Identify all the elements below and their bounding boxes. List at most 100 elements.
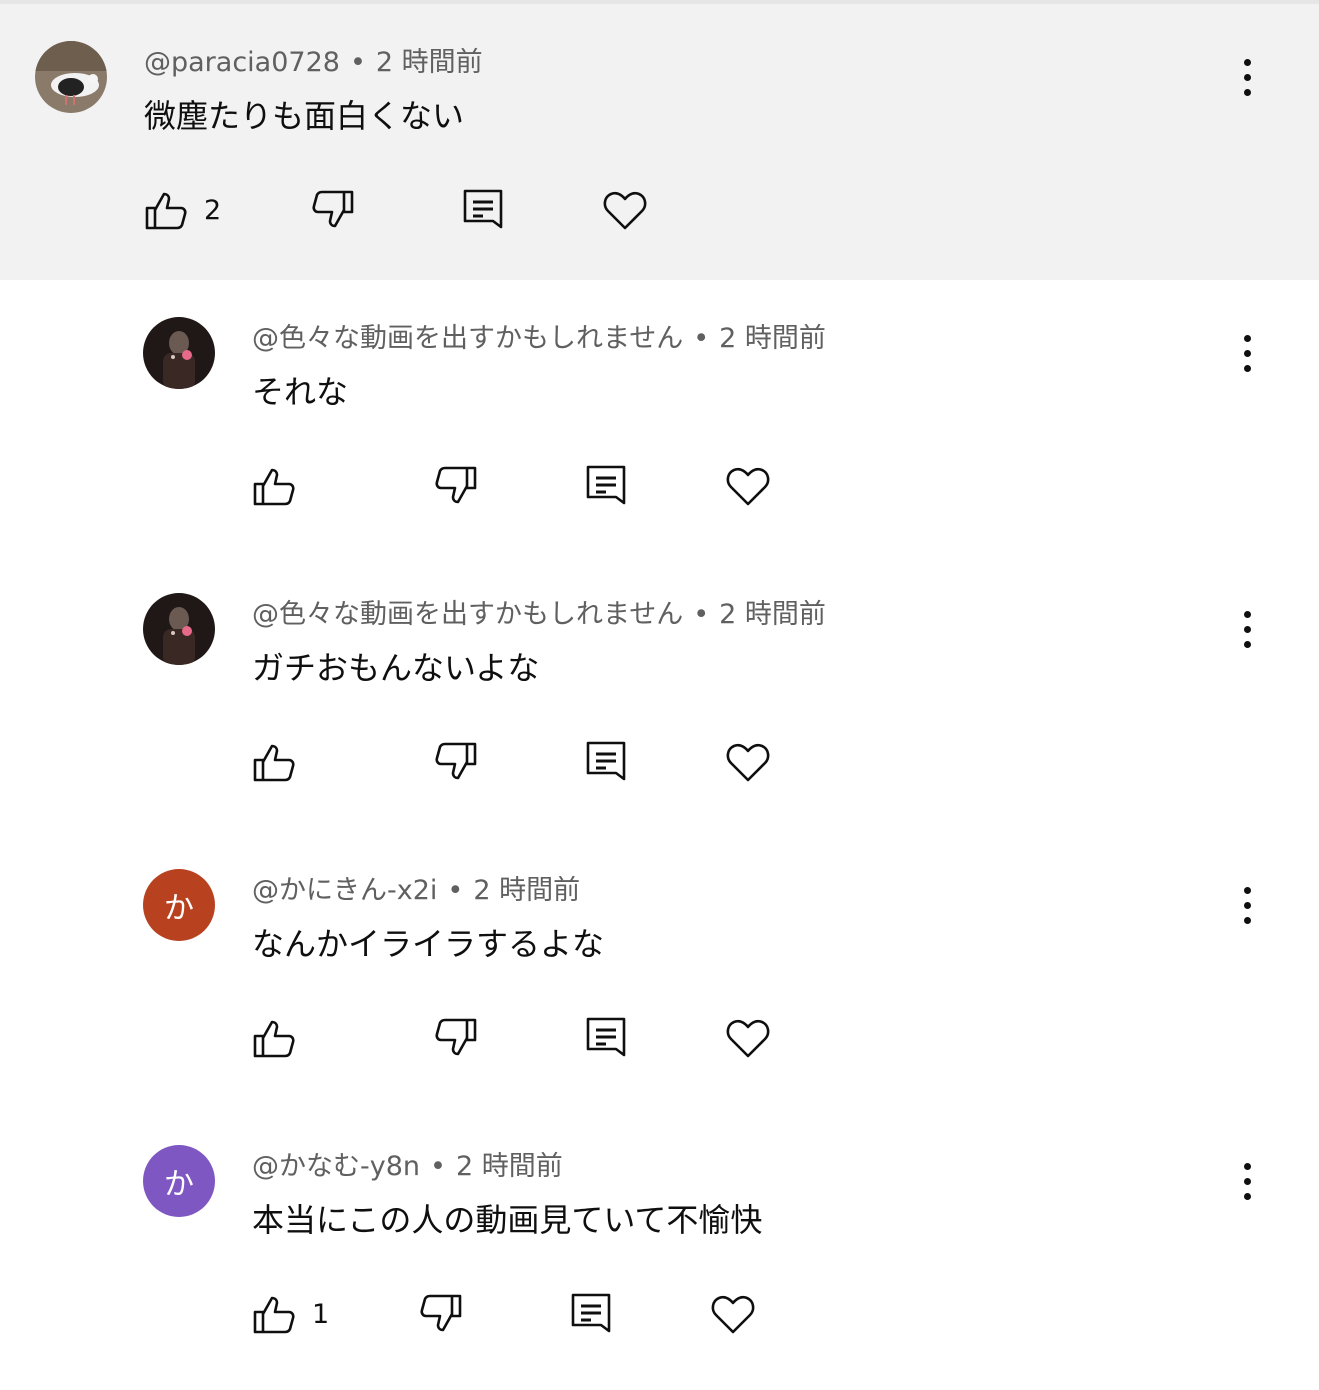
dot-icon	[1243, 364, 1251, 372]
more-options-button[interactable]	[1227, 49, 1267, 105]
more-options-button[interactable]	[1227, 601, 1267, 657]
heart-button[interactable]	[709, 1290, 757, 1338]
like-count: 1	[312, 1298, 330, 1330]
comment-actions	[250, 1010, 772, 1066]
comment-actions: 1	[250, 1286, 757, 1342]
comment-time[interactable]: 2 時間前	[456, 1151, 563, 1182]
dot-icon	[1243, 58, 1251, 66]
dot-icon	[1243, 1192, 1251, 1200]
comment-meta: @かなむ-y8n • 2 時間前	[252, 1150, 563, 1184]
reply-icon	[586, 465, 626, 505]
thumbs-down-icon	[420, 1294, 462, 1332]
thumbs-up-icon	[145, 192, 187, 230]
dot-icon	[1243, 640, 1251, 648]
dot-icon	[1243, 349, 1251, 357]
avatar[interactable]	[143, 317, 215, 389]
thumbs-up-icon	[253, 468, 295, 506]
more-options-button[interactable]	[1227, 325, 1267, 381]
dot-icon	[1243, 610, 1251, 618]
dot-icon	[1243, 334, 1251, 342]
comment-time[interactable]: 2 時間前	[473, 875, 580, 906]
thumbs-down-icon	[312, 190, 354, 228]
avatar[interactable]	[143, 593, 215, 665]
comment-thread: @paracia0728 • 2 時間前 微塵たりも面白くない 2 @色々な動画…	[0, 0, 1319, 1390]
dot-icon	[1243, 901, 1251, 909]
heart-button[interactable]	[724, 1014, 772, 1062]
author-name[interactable]: @paracia0728	[144, 47, 340, 78]
comment-actions	[250, 734, 772, 790]
reply-icon	[586, 741, 626, 781]
avatar-initial: か	[164, 891, 194, 926]
comment-actions: 2	[142, 182, 649, 238]
thumbs-up-icon	[253, 744, 295, 782]
comment-item: @色々な動画を出すかもしれません • 2 時間前 ガチおもんないよな	[0, 556, 1319, 832]
meta-separator: •	[349, 47, 366, 78]
dislike-button[interactable]	[309, 186, 357, 234]
dot-icon	[1243, 88, 1251, 96]
reply-button[interactable]	[567, 1290, 615, 1338]
like-button[interactable]	[250, 1014, 312, 1062]
more-options-button[interactable]	[1227, 877, 1267, 933]
comment-item: か @かにきん-x2i • 2 時間前 なんかイライラするよな	[0, 832, 1319, 1108]
comment-item: か @かなむ-y8n • 2 時間前 本当にこの人の動画見ていて不愉快 1	[0, 1108, 1319, 1384]
comment-text: 本当にこの人の動画見ていて不愉快	[252, 1201, 763, 1239]
like-button[interactable]	[250, 738, 312, 786]
more-options-button[interactable]	[1227, 1153, 1267, 1209]
author-name[interactable]: @かにきん-x2i	[252, 875, 437, 906]
like-button[interactable]: 1	[250, 1290, 329, 1338]
author-name[interactable]: @色々な動画を出すかもしれません	[252, 323, 683, 354]
avatar-photo-icon	[143, 593, 215, 665]
meta-separator: •	[447, 875, 464, 906]
comment-meta: @paracia0728 • 2 時間前	[144, 46, 483, 80]
dot-icon	[1243, 73, 1251, 81]
reply-icon	[571, 1293, 611, 1333]
dot-icon	[1243, 625, 1251, 633]
meta-separator: •	[693, 599, 710, 630]
thumbs-down-icon	[435, 1018, 477, 1056]
reply-button[interactable]	[582, 462, 630, 510]
comment-item: @色々な動画を出すかもしれません • 2 時間前 それな	[0, 280, 1319, 556]
dislike-button[interactable]	[432, 462, 480, 510]
like-count: 2	[204, 194, 222, 226]
thumbs-down-icon	[435, 466, 477, 504]
heart-button[interactable]	[724, 462, 772, 510]
author-name[interactable]: @色々な動画を出すかもしれません	[252, 599, 683, 630]
dot-icon	[1243, 1177, 1251, 1185]
reply-button[interactable]	[582, 1014, 630, 1062]
avatar-initial: か	[164, 1167, 194, 1202]
comment-meta: @色々な動画を出すかもしれません • 2 時間前	[252, 322, 826, 356]
dislike-button[interactable]	[432, 1014, 480, 1062]
heart-icon	[726, 467, 770, 506]
comment-actions	[250, 458, 772, 514]
reply-button[interactable]	[582, 738, 630, 786]
dislike-button[interactable]	[432, 738, 480, 786]
comment-time[interactable]: 2 時間前	[376, 47, 483, 78]
reply-icon	[586, 1017, 626, 1057]
heart-button[interactable]	[601, 186, 649, 234]
avatar[interactable]: か	[143, 1145, 215, 1217]
thumbs-up-icon	[253, 1020, 295, 1058]
like-button[interactable]: 2	[142, 186, 221, 234]
avatar[interactable]: か	[143, 869, 215, 941]
dislike-button[interactable]	[417, 1290, 465, 1338]
comment-text: ガチおもんないよな	[252, 649, 540, 687]
comment-time[interactable]: 2 時間前	[719, 323, 826, 354]
comment-text: 微塵たりも面白くない	[144, 97, 465, 135]
author-name[interactable]: @かなむ-y8n	[252, 1151, 420, 1182]
reply-button[interactable]	[459, 186, 507, 234]
comment-time[interactable]: 2 時間前	[719, 599, 826, 630]
heart-icon	[603, 191, 647, 230]
thumbs-down-icon	[435, 742, 477, 780]
comment-item: @paracia0728 • 2 時間前 微塵たりも面白くない 2	[0, 4, 1319, 280]
like-button[interactable]	[250, 462, 312, 510]
avatar-photo-icon	[35, 41, 107, 113]
comment-meta: @色々な動画を出すかもしれません • 2 時間前	[252, 598, 826, 632]
avatar-photo-icon	[143, 317, 215, 389]
dot-icon	[1243, 886, 1251, 894]
comment-text: なんかイライラするよな	[252, 925, 605, 963]
heart-button[interactable]	[724, 738, 772, 786]
comment-text: それな	[252, 373, 349, 411]
heart-icon	[726, 1019, 770, 1058]
heart-icon	[711, 1295, 755, 1334]
avatar[interactable]	[35, 41, 107, 113]
